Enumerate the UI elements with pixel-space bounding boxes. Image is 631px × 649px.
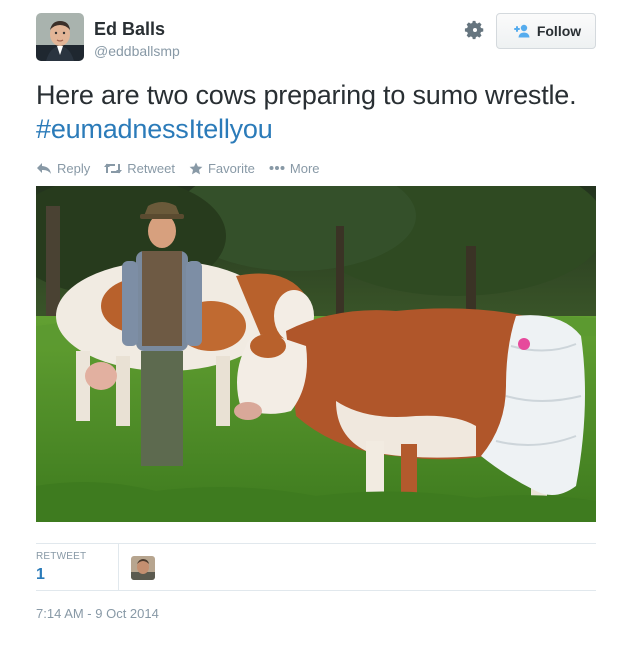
retweet-stat-label: RETWEET (36, 551, 87, 562)
favorite-icon (189, 162, 203, 175)
retweet-count: 1 (36, 566, 45, 583)
tweet-text: Here are two cows preparing to sumo wres… (36, 78, 596, 146)
tweet-timestamp[interactable]: 7:14 AM - 9 Oct 2014 (36, 606, 159, 621)
tweet-body: Here are two cows preparing to sumo wres… (36, 80, 577, 110)
follow-user-icon (511, 24, 531, 38)
follow-button[interactable]: Follow (496, 13, 596, 49)
retweet-label: Retweet (127, 160, 175, 176)
tweet-stats: RETWEET 1 (36, 543, 596, 591)
more-label: More (289, 160, 320, 176)
tweet-photo[interactable] (36, 186, 596, 522)
reply-action[interactable]: Reply (36, 161, 90, 176)
tweet-actions: Reply Retweet Favorite More (36, 159, 334, 177)
retweet-stat[interactable]: RETWEET 1 (36, 551, 118, 584)
retweet-icon (104, 162, 123, 175)
more-action[interactable]: More (269, 161, 320, 176)
favorite-action[interactable]: Favorite (189, 161, 255, 176)
retweeter-avatar[interactable] (131, 556, 155, 580)
tweet-header: Ed Balls @eddballsmp Follow (36, 13, 596, 61)
user-name[interactable]: Ed Balls (94, 19, 165, 40)
user-handle[interactable]: @eddballsmp (94, 43, 180, 59)
follow-button-label: Follow (536, 23, 582, 39)
gear-icon[interactable] (464, 19, 486, 41)
avatar[interactable] (36, 13, 84, 61)
stats-divider (118, 544, 119, 590)
hashtag-link[interactable]: #eumadnessItellyou (36, 114, 273, 144)
favorite-label: Favorite (207, 160, 255, 176)
retweet-action[interactable]: Retweet (104, 161, 175, 176)
reply-icon (36, 162, 52, 175)
more-icon (269, 165, 285, 171)
reply-label: Reply (57, 160, 91, 176)
